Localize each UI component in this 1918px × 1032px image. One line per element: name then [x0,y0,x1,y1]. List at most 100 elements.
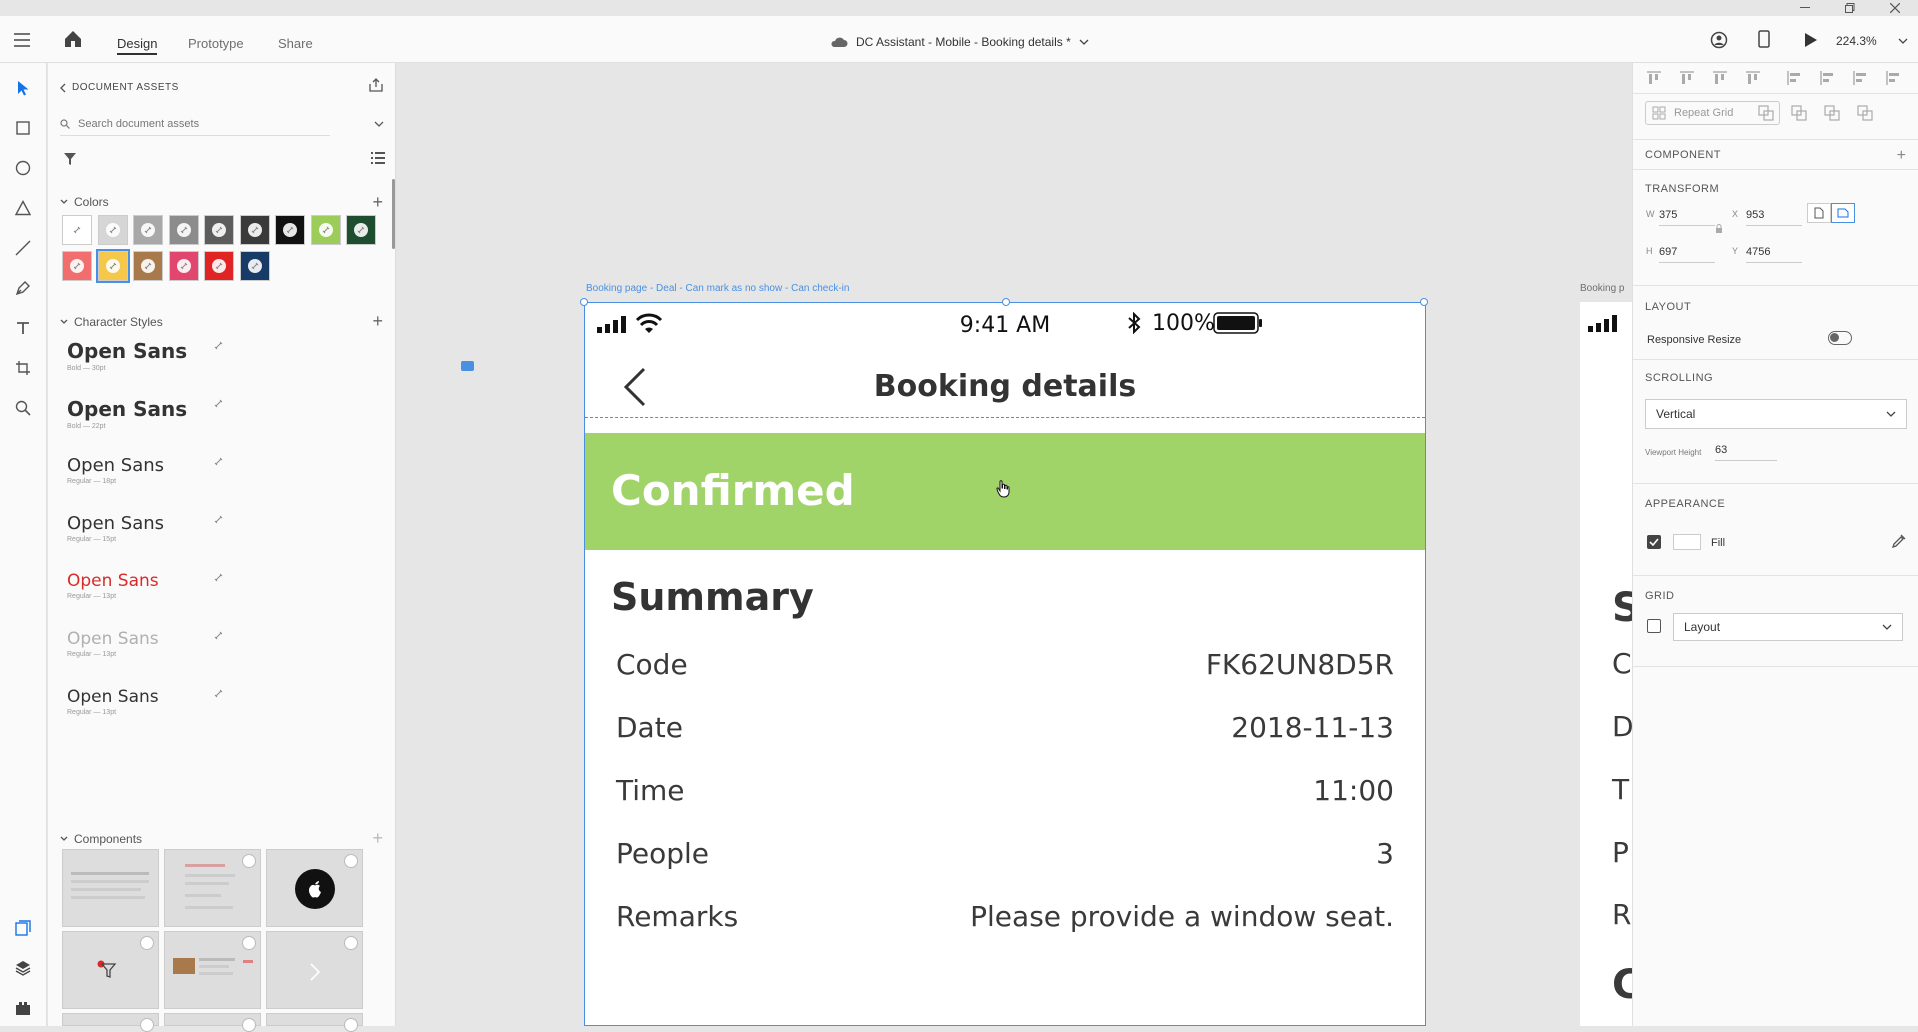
color-swatch[interactable] [95,249,130,283]
character-style-item[interactable]: Open Sans Regular — 13pt [67,687,159,716]
viewport-height-field[interactable]: 63 [1715,444,1777,461]
exclude-shape-icon[interactable] [1857,105,1875,123]
grid-checkbox[interactable] [1647,619,1661,633]
tab-share[interactable]: Share [278,16,313,63]
fill-checkbox[interactable] [1647,535,1661,549]
align-center-icon[interactable] [1818,69,1836,87]
export-icon[interactable] [369,78,383,92]
color-swatch[interactable] [97,215,128,245]
rectangle-tool-icon[interactable] [10,115,36,141]
components-section-toggle[interactable]: Components [60,832,142,846]
color-swatch[interactable] [133,215,163,245]
zoom-level[interactable]: 224.3% [1836,34,1877,48]
polygon-tool-icon[interactable] [10,195,36,221]
hamburger-menu-icon[interactable] [14,33,32,47]
color-swatch[interactable] [204,251,234,281]
distribute-vertical-icon[interactable] [1744,69,1762,87]
component-thumbnail[interactable] [164,849,261,927]
artboard-booking-page-2[interactable]: SCDTPRC [1580,302,1632,1026]
align-left-icon[interactable] [1785,69,1803,87]
character-style-item[interactable]: Open Sans Bold — 22pt [67,397,187,430]
responsive-resize-toggle[interactable] [1828,331,1852,345]
select-tool-icon[interactable] [10,75,36,101]
restore-icon[interactable] [1840,0,1860,16]
fixed-position-marker-icon[interactable] [461,361,474,371]
component-thumbnail[interactable] [266,1013,363,1032]
align-bottom-icon[interactable] [1711,69,1729,87]
close-window-icon[interactable] [1885,0,1905,16]
text-tool-icon[interactable] [10,315,36,341]
search-assets-field[interactable]: Search document assets [60,112,330,136]
align-middle-icon[interactable] [1678,69,1696,87]
component-thumbnail[interactable] [266,931,363,1009]
scrolling-select[interactable]: Vertical [1645,399,1907,429]
assets-scrollbar[interactable] [392,179,395,249]
portrait-orientation-icon[interactable] [1807,203,1831,223]
artboard-tool-icon[interactable] [10,355,36,381]
color-swatch[interactable] [310,215,341,245]
line-tool-icon[interactable] [10,235,36,261]
align-right-icon[interactable] [1851,69,1869,87]
component-thumbnail[interactable] [62,1013,159,1032]
add-shape-icon[interactable] [1758,105,1776,123]
search-chevron-down-icon[interactable] [374,121,384,127]
tab-design[interactable]: Design [117,16,158,63]
document-title-dropdown[interactable]: DC Assistant - Mobile - Booking details … [830,35,1089,49]
device-preview-icon[interactable] [1758,30,1770,48]
color-swatch[interactable] [239,215,270,245]
component-thumbnail[interactable] [164,931,261,1009]
character-style-item[interactable]: Open Sans Regular — 15pt [67,513,164,543]
color-swatch[interactable] [239,251,270,281]
color-swatch[interactable] [168,251,199,281]
artboard-label[interactable]: Booking page - Deal - Can mark as no sho… [586,283,849,294]
artboard-booking-page[interactable]: 9:41 AM 100% Booking details Confirmed S… [580,298,1428,1026]
height-field[interactable]: 697 [1659,246,1715,263]
fill-color-swatch[interactable] [1673,534,1701,550]
add-component-icon[interactable]: + [372,829,383,847]
component-thumbnail[interactable] [266,849,363,927]
artboard-label[interactable]: Booking p [1580,283,1624,294]
ellipse-tool-icon[interactable] [10,155,36,181]
filter-icon[interactable] [63,152,77,166]
align-top-icon[interactable] [1645,69,1663,87]
play-preview-icon[interactable] [1804,32,1818,48]
pen-tool-icon[interactable] [10,275,36,301]
list-view-icon[interactable] [370,151,386,165]
color-swatch[interactable] [204,215,234,245]
landscape-orientation-icon[interactable] [1831,203,1855,223]
component-thumbnail[interactable] [62,931,159,1009]
home-icon[interactable] [64,30,82,48]
width-field[interactable]: 375 [1659,209,1715,226]
color-swatch[interactable] [133,251,163,281]
assets-panel-icon[interactable] [10,915,36,941]
y-field[interactable]: 4756 [1746,246,1802,263]
component-thumbnail[interactable] [164,1013,261,1032]
character-style-item[interactable]: Open Sans Bold — 30pt [67,339,187,372]
zoom-chevron-down-icon[interactable] [1898,38,1908,44]
color-swatch[interactable] [275,215,305,245]
resize-handle[interactable] [580,298,588,306]
layers-panel-icon[interactable] [10,955,36,981]
color-swatch[interactable] [62,215,92,245]
plugins-panel-icon[interactable] [10,995,36,1021]
add-color-icon[interactable]: + [372,193,383,211]
intersect-shape-icon[interactable] [1824,105,1842,123]
minimize-icon[interactable] [1795,0,1815,16]
assets-back-button[interactable]: DOCUMENT ASSETS [60,82,179,93]
resize-handle[interactable] [1002,298,1010,306]
share-user-icon[interactable] [1710,31,1728,49]
color-swatch[interactable] [346,215,376,245]
add-component-icon[interactable]: + [1897,148,1906,164]
subtract-shape-icon[interactable] [1791,105,1809,123]
zoom-tool-icon[interactable] [10,395,36,421]
add-character-style-icon[interactable]: + [372,312,383,330]
character-styles-toggle[interactable]: Character Styles [60,315,163,329]
x-field[interactable]: 953 [1746,209,1802,226]
resize-handle[interactable] [1420,298,1428,306]
color-swatch[interactable] [62,251,92,281]
eyedropper-icon[interactable] [1892,534,1906,548]
color-swatch[interactable] [168,215,199,245]
component-thumbnail[interactable] [62,849,159,927]
character-style-item[interactable]: Open Sans Regular — 13pt [67,571,159,600]
character-style-item[interactable]: Open Sans Regular — 18pt [67,455,164,485]
